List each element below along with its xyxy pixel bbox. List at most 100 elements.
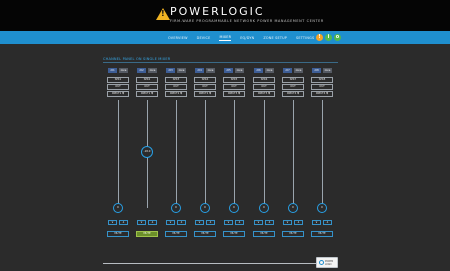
channel-tag[interactable]: ch3 <box>166 68 175 73</box>
mute-button[interactable]: MUTE <box>253 231 275 237</box>
info-icon-glyph: i <box>327 34 330 40</box>
channel-name-box[interactable]: SPK7 <box>282 77 304 83</box>
brand-tagline: FIRM-WARE PROGRAMMABLE NETWORK POWER MAN… <box>170 19 324 23</box>
nav-item-eq-dyn[interactable]: EQ/DYN <box>240 36 254 40</box>
channel-mode-box[interactable]: OUT <box>282 84 304 90</box>
info-icon[interactable]: i <box>325 34 332 41</box>
power-icon-glyph: o <box>335 34 340 40</box>
fader-track <box>117 100 119 208</box>
input-select[interactable]: INPUT1 ▼ <box>136 91 158 97</box>
nav-item-zone-setup[interactable]: ZONE SETUP <box>263 36 287 40</box>
section-divider <box>103 62 338 63</box>
footer-logo: POWER LOGIC <box>316 257 338 268</box>
nav-item-settings[interactable]: SETTINGS <box>296 36 314 40</box>
volume-down-button[interactable]: ∨ <box>312 220 321 225</box>
zone-tag[interactable]: zone <box>265 68 274 73</box>
fader-track <box>321 100 323 208</box>
mute-button[interactable]: MUTE <box>194 231 216 237</box>
channel-strip: ch6 zone SPK6 OUT INPUT3 ▼ 0 ∨ ∧ MUTE <box>253 68 275 243</box>
alert-icon[interactable]: ! <box>316 34 323 41</box>
channel-strip: ch7 zone SPK7 OUT INPUT4 ▼ 0 ∨ ∧ MUTE <box>282 68 304 243</box>
channel-name-box[interactable]: SPK8 <box>311 77 333 83</box>
zone-tag[interactable]: zone <box>148 68 157 73</box>
volume-down-button[interactable]: ∨ <box>108 220 117 225</box>
fader-knob[interactable]: 0 <box>317 203 327 213</box>
channel-mode-box[interactable]: OUT <box>194 84 216 90</box>
volume-down-button[interactable]: ∨ <box>137 220 146 225</box>
volume-up-button[interactable]: ∧ <box>148 220 157 225</box>
fader-knob[interactable]: 0 <box>288 203 298 213</box>
channel-name-box[interactable]: SPK5 <box>223 77 245 83</box>
input-select[interactable]: INPUT3 ▼ <box>223 91 245 97</box>
zone-tag[interactable]: zone <box>177 68 186 73</box>
volume-up-button[interactable]: ∧ <box>206 220 215 225</box>
channel-mode-box[interactable]: OUT <box>136 84 158 90</box>
volume-down-button[interactable]: ∨ <box>283 220 292 225</box>
channel-mode-box[interactable]: OUT <box>107 84 129 90</box>
fader-knob[interactable]: 0 <box>259 203 269 213</box>
channel-strip: ch8 zone SPK8 OUT INPUT4 ▼ 0 ∨ ∧ MUTE <box>311 68 333 243</box>
fader-knob[interactable]: 0 <box>200 203 210 213</box>
channel-tag[interactable]: ch8 <box>312 68 321 73</box>
channel-name-box[interactable]: SPK6 <box>253 77 275 83</box>
section-title: CHANNEL PANEL ON SINGLE MIXER <box>103 57 171 61</box>
channel-mode-box[interactable]: OUT <box>253 84 275 90</box>
input-select[interactable]: INPUT4 ▼ <box>311 91 333 97</box>
channel-strip: ch3 zone SPK3 OUT INPUT2 ▼ 0 ∨ ∧ MUTE <box>165 68 187 243</box>
mute-button[interactable]: MUTE <box>311 231 333 237</box>
mute-button[interactable]: MUTE <box>136 231 158 237</box>
channel-mode-box[interactable]: OUT <box>223 84 245 90</box>
fader-track <box>263 100 265 208</box>
channel-strip: ch2 zone SPK2 OUT INPUT1 ▼ -18.0 ∨ ∧ MUTE <box>136 68 158 243</box>
zone-tag[interactable]: zone <box>323 68 332 73</box>
channel-tag[interactable]: ch2 <box>137 68 146 73</box>
channel-tag[interactable]: ch5 <box>224 68 233 73</box>
mute-button[interactable]: MUTE <box>165 231 187 237</box>
fader-knob[interactable]: 0 <box>113 203 123 213</box>
channel-mode-box[interactable]: OUT <box>165 84 187 90</box>
volume-up-button[interactable]: ∧ <box>265 220 274 225</box>
zone-tag[interactable]: zone <box>235 68 244 73</box>
fader-knob[interactable]: 0 <box>229 203 239 213</box>
channel-tag[interactable]: ch7 <box>283 68 292 73</box>
input-select[interactable]: INPUT1 ▼ <box>107 91 129 97</box>
channel-name-box[interactable]: SPK4 <box>194 77 216 83</box>
volume-down-button[interactable]: ∨ <box>224 220 233 225</box>
volume-up-button[interactable]: ∧ <box>119 220 128 225</box>
mute-button[interactable]: MUTE <box>282 231 304 237</box>
warning-logo-icon: ! <box>156 8 170 20</box>
channel-tag[interactable]: ch4 <box>195 68 204 73</box>
channel-tag[interactable]: ch1 <box>108 68 117 73</box>
channel-name-box[interactable]: SPK3 <box>165 77 187 83</box>
volume-up-button[interactable]: ∧ <box>177 220 186 225</box>
logo-mark: ! <box>161 9 165 18</box>
volume-down-button[interactable]: ∨ <box>166 220 175 225</box>
nav-item-mixer[interactable]: MIXER <box>219 35 232 41</box>
nav-item-device[interactable]: DEVICE <box>197 36 211 40</box>
input-select[interactable]: INPUT2 ▼ <box>165 91 187 97</box>
channel-name-box[interactable]: SPK2 <box>136 77 158 83</box>
fader-track <box>233 100 235 208</box>
volume-down-button[interactable]: ∨ <box>254 220 263 225</box>
mute-button[interactable]: MUTE <box>107 231 129 237</box>
volume-up-button[interactable]: ∧ <box>294 220 303 225</box>
power-icon[interactable]: o <box>334 34 341 41</box>
zone-tag[interactable]: zone <box>119 68 128 73</box>
nav-item-overview[interactable]: OVERVIEW <box>168 36 188 40</box>
volume-up-button[interactable]: ∧ <box>323 220 332 225</box>
channel-tag[interactable]: ch6 <box>254 68 263 73</box>
input-select[interactable]: INPUT3 ▼ <box>253 91 275 97</box>
volume-down-button[interactable]: ∨ <box>195 220 204 225</box>
fader-knob[interactable]: -18.0 <box>141 145 153 158</box>
channel-strip: ch4 zone SPK4 OUT INPUT2 ▼ 0 ∨ ∧ MUTE <box>194 68 216 243</box>
volume-up-button[interactable]: ∧ <box>235 220 244 225</box>
channel-mode-box[interactable]: OUT <box>311 84 333 90</box>
zone-tag[interactable]: zone <box>206 68 215 73</box>
channel-name-box[interactable]: SPK1 <box>107 77 129 83</box>
channel-strip: ch5 zone SPK5 OUT INPUT3 ▼ 0 ∨ ∧ MUTE <box>223 68 245 243</box>
zone-tag[interactable]: zone <box>294 68 303 73</box>
input-select[interactable]: INPUT4 ▼ <box>282 91 304 97</box>
fader-knob[interactable]: 0 <box>171 203 181 213</box>
input-select[interactable]: INPUT2 ▼ <box>194 91 216 97</box>
mute-button[interactable]: MUTE <box>223 231 245 237</box>
